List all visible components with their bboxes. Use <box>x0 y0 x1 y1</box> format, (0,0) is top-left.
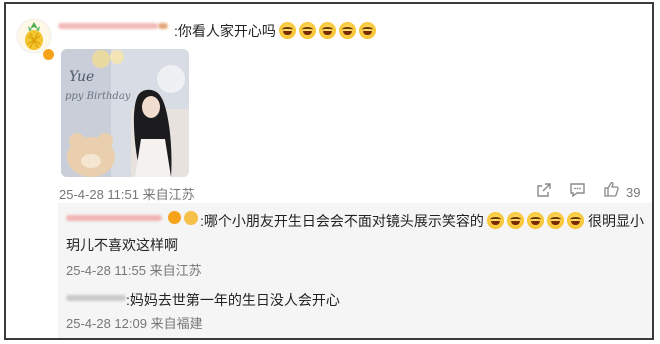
reply-1-text-tail: 很明显小 <box>588 213 644 229</box>
comment-icon[interactable] <box>569 182 586 202</box>
share-icon[interactable] <box>536 182 552 202</box>
reply-medal-icon <box>184 211 198 225</box>
username-redacted <box>58 23 158 29</box>
laughing-emoji-icon <box>339 22 356 39</box>
laughing-emoji-icon <box>299 22 316 39</box>
reply-2-username-redacted <box>66 295 126 301</box>
laughing-emoji-icon <box>279 22 296 39</box>
username-redacted-tail <box>158 23 168 29</box>
reply-verified-icon <box>168 211 181 224</box>
comment-emoji-row <box>279 22 376 39</box>
laughing-emoji-icon <box>567 212 584 229</box>
laughing-emoji-icon <box>319 22 336 39</box>
reply-1-text: :哪个小朋友开生日会会不面对镜头展示笑容的 <box>200 213 484 229</box>
laughing-emoji-icon <box>527 212 544 229</box>
like-count: 39 <box>626 185 641 200</box>
like-icon[interactable] <box>603 181 619 201</box>
avatar[interactable] <box>16 18 55 61</box>
laughing-emoji-icon <box>507 212 524 229</box>
reply-2-text: :妈妈去世第一年的生日没人会开心 <box>126 292 340 308</box>
photo-banner-text: ppy Birthday <box>65 91 131 102</box>
laughing-emoji-icon <box>487 212 504 229</box>
laughing-emoji-icon <box>359 22 376 39</box>
comment-timestamp: 25-4-28 11:51 来自江苏 <box>59 187 195 202</box>
reply-1-emoji-row <box>487 212 584 229</box>
replies-container: :哪个小朋友开生日会会不面对镜头展示笑容的 很明显小 玥儿不喜欢这样啊 25-4… <box>58 203 652 338</box>
comment-photo[interactable]: Yue ppy Birthday <box>61 49 189 177</box>
comment-text: :你看人家开心吗 <box>174 23 276 39</box>
reply-2-timestamp: 25-4-28 12:09 来自福建 <box>66 316 203 331</box>
reply-username-redacted <box>66 215 162 221</box>
reply-1-timestamp: 25-4-28 11:55 来自江苏 <box>66 263 202 278</box>
reply-1-text-line2: 玥儿不喜欢这样啊 <box>66 237 178 253</box>
comment-card: :你看人家开心吗 Yue ppy Birthday 25-4-28 11:51 … <box>4 2 654 340</box>
laughing-emoji-icon <box>547 212 564 229</box>
verified-badge-icon <box>42 48 55 61</box>
photo-watermark-name: Yue <box>69 69 95 85</box>
